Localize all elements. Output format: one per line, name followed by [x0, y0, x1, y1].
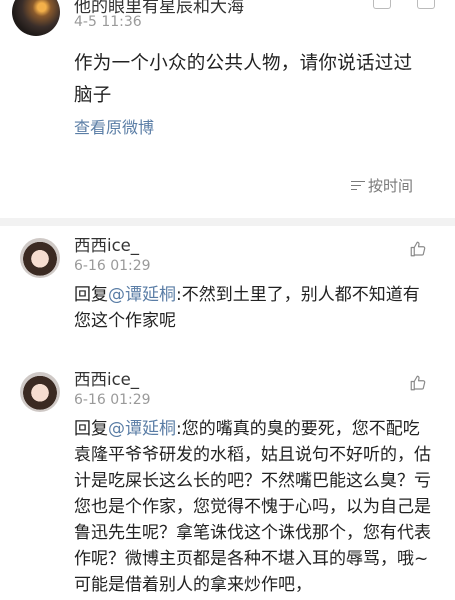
comment-author[interactable]: 西西ice_ — [74, 366, 139, 390]
thumbs-up-icon[interactable] — [409, 240, 427, 258]
reply-prefix: 回复 — [74, 285, 108, 305]
comment-text: 回复@谭延桐:不然到土里了，别人都不知道有您这个作家呢 — [74, 282, 432, 334]
thumbs-up-icon[interactable] — [409, 374, 427, 392]
comment-body: :您的嘴真的臭的要死，您不配吃袁隆平爷爷研发的水稻，姑且说句不好听的，估计是吃屎… — [74, 419, 431, 595]
sort-label: 按时间 — [367, 177, 413, 195]
mention-link[interactable]: @谭延桐 — [108, 285, 176, 305]
avatar[interactable] — [20, 372, 60, 412]
avatar[interactable] — [20, 238, 60, 278]
post-time: 4-5 11:36 — [74, 14, 142, 30]
comment-time: 6-16 01:29 — [74, 258, 151, 274]
post-action-icons — [373, 0, 435, 9]
comment-text: 回复@谭延桐:您的嘴真的臭的要死，您不配吃袁隆平爷爷研发的水稻，姑且说句不好听的… — [74, 416, 432, 598]
section-divider — [0, 218, 455, 226]
avatar[interactable] — [12, 0, 60, 36]
comment-author[interactable]: 西西ice_ — [74, 232, 139, 256]
top-post: 他的眼里有星辰和大海 4-5 11:36 作为一个小众的公共人物，请你说话过过脑… — [0, 0, 455, 218]
comment-item: 西西ice_ 6-16 01:29 回复@谭延桐:不然到土里了，别人都不知道有您… — [0, 228, 455, 340]
comment-item: 西西ice_ 6-16 01:29 回复@谭延桐:您的嘴真的臭的要死，您不配吃袁… — [0, 362, 455, 600]
post-text: 作为一个小众的公共人物，请你说话过过脑子 — [74, 53, 413, 106]
share-icon[interactable] — [373, 0, 391, 9]
more-icon[interactable] — [417, 0, 435, 9]
comment-time: 6-16 01:29 — [74, 392, 151, 408]
view-original-link[interactable]: 查看原微博 — [74, 114, 154, 138]
mention-link[interactable]: @谭延桐 — [108, 419, 176, 439]
sort-icon — [350, 180, 365, 192]
sort-toggle[interactable]: 按时间 — [350, 175, 413, 196]
reply-prefix: 回复 — [74, 419, 108, 439]
